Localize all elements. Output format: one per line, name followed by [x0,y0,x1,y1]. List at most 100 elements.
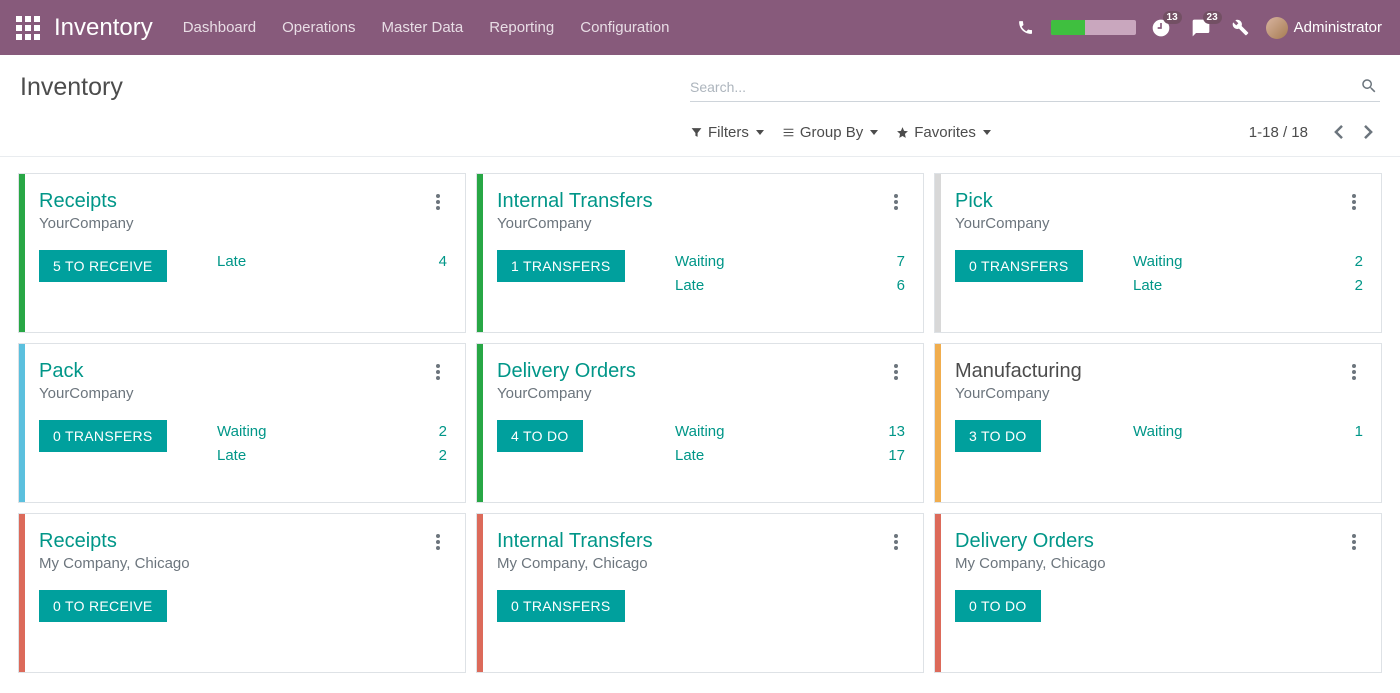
card-title[interactable]: Delivery Orders [955,530,1106,553]
user-menu[interactable]: Administrator [1266,17,1392,39]
card-subtitle: YourCompany [497,215,653,232]
stat-line[interactable]: Waiting7 [675,250,905,274]
favorites-button[interactable]: Favorites [896,124,991,141]
card-menu-button[interactable] [887,190,905,210]
groupby-button[interactable]: Group By [782,124,878,141]
card-title[interactable]: Pick [955,190,1050,213]
chevron-right-icon [1364,125,1373,139]
card-subtitle: My Company, Chicago [955,555,1106,572]
chevron-down-icon [983,130,991,135]
stat-label: Late [675,444,704,468]
card-menu-button[interactable] [429,190,447,210]
kanban-card: Delivery Orders YourCompany 4 TO DO Waiting… [476,343,924,503]
nav-item-dashboard[interactable]: Dashboard [171,0,268,55]
stat-line[interactable]: Late 17 [675,444,905,468]
card-menu-button[interactable] [429,530,447,550]
kanban-card: Delivery Orders My Company, Chicago 0 TO D… [934,513,1382,673]
card-action-button[interactable]: 0 TO DO [955,590,1041,622]
stat-line[interactable]: Waiting13 [675,420,905,444]
card-head: Pack YourCompany [39,360,447,402]
filters-button[interactable]: Filters [690,124,764,141]
card-stats: Waiting1 [1133,420,1363,444]
progress-indicator[interactable] [1051,20,1136,35]
pager-prev[interactable] [1326,120,1350,144]
search-input[interactable] [690,73,1380,102]
card-row: 0 TO DO [955,590,1363,622]
card-action-button[interactable]: 0 TO RECEIVE [39,590,167,622]
card-title[interactable]: Receipts [39,530,190,553]
card-subtitle: YourCompany [955,385,1082,402]
apps-grid-icon [16,16,40,40]
nav-item-configuration[interactable]: Configuration [568,0,681,55]
card-menu-button[interactable] [1345,190,1363,210]
stat-line[interactable]: Late2 [217,444,447,468]
pager-text[interactable]: 1-18 / 18 [1249,124,1308,141]
card-row: 3 TO DO Waiting1 [955,420,1363,452]
dots-vertical-icon [436,364,440,380]
search-container [690,73,1380,102]
stat-value: 17 [888,444,905,468]
card-stats: Waiting13Late 17 [675,420,905,468]
kanban-card: Receipts YourCompany 5 TO RECEIVE Late4 [18,173,466,333]
stat-line[interactable]: Late2 [1133,274,1363,298]
card-body: ReceiptsMy Company, Chicago0 TO RECEIVE [25,514,465,672]
card-action-button[interactable]: 5 TO RECEIVE [39,250,167,282]
activities-button[interactable]: 13 [1146,13,1176,43]
kanban-view: Receipts YourCompany 5 TO RECEIVE Late4 Inte… [0,157,1400,689]
nav-item-master-data[interactable]: Master Data [369,0,475,55]
debug-button[interactable] [1226,13,1256,43]
card-row: 0 TO RECEIVE [39,590,447,622]
card-action-button[interactable]: 1 TRANSFERS [497,250,625,282]
activities-badge: 13 [1163,11,1182,24]
pager-next[interactable] [1356,120,1380,144]
card-menu-button[interactable] [887,360,905,380]
user-name: Administrator [1294,19,1382,36]
card-row: 0 TRANSFERS [497,590,905,622]
pager: 1-18 / 18 [1249,120,1380,144]
card-title[interactable]: Internal Transfers [497,530,653,553]
stat-value: 2 [1355,274,1363,298]
card-menu-button[interactable] [429,360,447,380]
stat-label: Waiting [1133,420,1182,444]
card-head: Receipts YourCompany [39,190,447,232]
card-stats: Late4 [217,250,447,274]
apps-launcher[interactable] [8,8,48,48]
card-subtitle: YourCompany [497,385,636,402]
search-icon [1360,77,1378,95]
card-menu-button[interactable] [887,530,905,550]
card-row: 0 TRANSFERS Waiting2Late2 [39,420,447,468]
app-brand[interactable]: Inventory [54,14,153,42]
messages-button[interactable]: 23 [1186,13,1216,43]
card-title[interactable]: Receipts [39,190,134,213]
card-action-button[interactable]: 3 TO DO [955,420,1041,452]
phone-button[interactable] [1011,13,1041,43]
card-action-button[interactable]: 0 TRANSFERS [39,420,167,452]
card-body: ManufacturingYourCompany3 TO DOWaiting1 [941,344,1381,502]
stat-line[interactable]: Waiting2 [1133,250,1363,274]
stat-line[interactable]: Waiting1 [1133,420,1363,444]
card-body: Internal Transfers YourCompany 1 TRANSFERS… [483,174,923,332]
stat-line[interactable]: Waiting2 [217,420,447,444]
card-title[interactable]: Internal Transfers [497,190,653,213]
card-action-button[interactable]: 0 TRANSFERS [497,590,625,622]
messages-badge: 23 [1203,11,1222,24]
nav-item-reporting[interactable]: Reporting [477,0,566,55]
card-body: Pack YourCompany 0 TRANSFERS Waiting2Late2 [25,344,465,502]
card-menu-button[interactable] [1345,530,1363,550]
card-row: 0 TRANSFERS Waiting2Late2 [955,250,1363,298]
card-head: Delivery Orders My Company, Chicago [955,530,1363,572]
card-action-button[interactable]: 0 TRANSFERS [955,250,1083,282]
card-title[interactable]: Pack [39,360,134,383]
card-body: Receipts YourCompany 5 TO RECEIVE Late4 [25,174,465,332]
dots-vertical-icon [436,194,440,210]
stat-line[interactable]: Late4 [217,250,447,274]
card-title[interactable]: Delivery Orders [497,360,636,383]
kanban-card: ReceiptsMy Company, Chicago0 TO RECEIVE [18,513,466,673]
card-menu-button[interactable] [1345,360,1363,380]
card-subtitle: YourCompany [39,385,134,402]
stat-line[interactable]: Late6 [675,274,905,298]
card-action-button[interactable]: 4 TO DO [497,420,583,452]
search-button[interactable] [1358,75,1380,97]
card-subtitle: YourCompany [39,215,134,232]
nav-item-operations[interactable]: Operations [270,0,367,55]
